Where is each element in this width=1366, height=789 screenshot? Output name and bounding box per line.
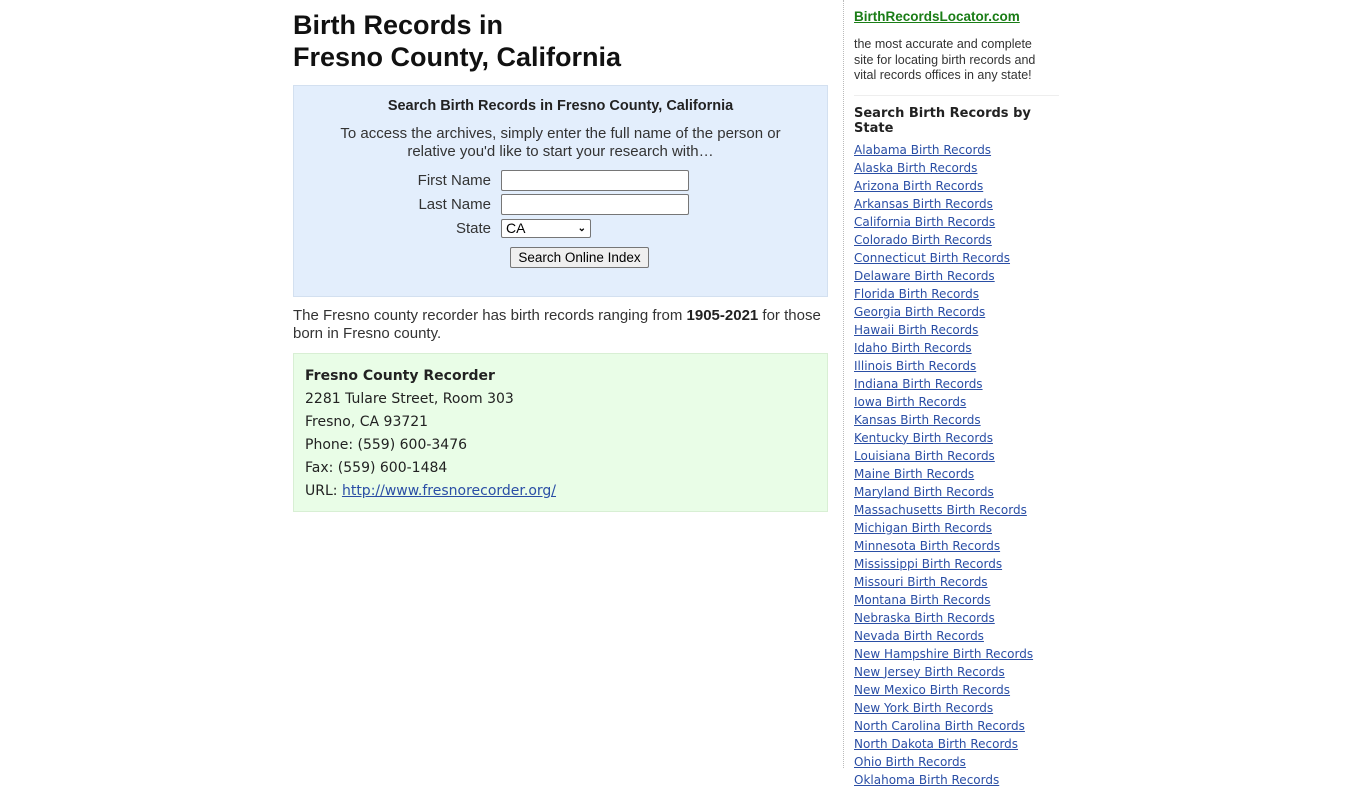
sidebar: BirthRecordsLocator.com the most accurat… bbox=[843, 0, 1059, 787]
state-link[interactable]: North Carolina Birth Records bbox=[854, 717, 1059, 735]
office-phone: Phone: (559) 600-3476 bbox=[305, 437, 468, 453]
state-link[interactable]: Georgia Birth Records bbox=[854, 303, 1059, 321]
state-select-value: CA bbox=[506, 220, 526, 236]
state-link[interactable]: California Birth Records bbox=[854, 213, 1059, 231]
state-link[interactable]: Maryland Birth Records bbox=[854, 483, 1059, 501]
search-heading: Search Birth Records in Fresno County, C… bbox=[387, 98, 734, 114]
search-intro: To access the archives, simply enter the… bbox=[340, 125, 781, 160]
state-link[interactable]: New Mexico Birth Records bbox=[854, 681, 1059, 699]
state-select[interactable]: CA ⌄ bbox=[501, 218, 591, 238]
last-name-label: Last Name bbox=[418, 195, 491, 213]
last-name-row: Last Name bbox=[294, 192, 827, 216]
office-fax: Fax: (559) 600-1484 bbox=[305, 460, 448, 476]
state-link[interactable]: Alabama Birth Records bbox=[854, 141, 1059, 159]
office-url-row: URL: http://www.fresnorecorder.org/ bbox=[305, 480, 816, 503]
sidebar-divider bbox=[854, 94, 1059, 96]
state-link[interactable]: Indiana Birth Records bbox=[854, 375, 1059, 393]
state-link[interactable]: Oklahoma Birth Records bbox=[854, 771, 1059, 789]
records-range: 1905-2021 bbox=[686, 307, 759, 324]
state-link[interactable]: Michigan Birth Records bbox=[854, 519, 1059, 537]
office-url-label: URL: bbox=[305, 483, 342, 499]
page-title-line1: Birth Records in bbox=[293, 10, 504, 40]
state-link[interactable]: Hawaii Birth Records bbox=[854, 321, 1059, 339]
state-link[interactable]: New Hampshire Birth Records bbox=[854, 645, 1059, 663]
first-name-input[interactable] bbox=[501, 169, 689, 191]
state-list: Alabama Birth Records Alaska Birth Record… bbox=[854, 141, 1059, 789]
state-link[interactable]: Nebraska Birth Records bbox=[854, 609, 1059, 627]
state-link[interactable]: Delaware Birth Records bbox=[854, 267, 1059, 285]
last-name-input[interactable] bbox=[501, 193, 689, 215]
state-link[interactable]: Maine Birth Records bbox=[854, 465, 1059, 483]
first-name-label: First Name bbox=[417, 171, 491, 189]
submit-row: Search Online Index bbox=[294, 247, 827, 268]
state-link[interactable]: Alaska Birth Records bbox=[854, 159, 1059, 177]
state-link[interactable]: Missouri Birth Records bbox=[854, 573, 1059, 591]
state-label: State bbox=[455, 219, 491, 237]
state-link[interactable]: Idaho Birth Records bbox=[854, 339, 1059, 357]
state-link[interactable]: Arizona Birth Records bbox=[854, 177, 1059, 195]
state-link[interactable]: Kansas Birth Records bbox=[854, 411, 1059, 429]
state-link[interactable]: Mississippi Birth Records bbox=[854, 555, 1059, 573]
office-name: Fresno County Recorder bbox=[305, 368, 495, 384]
search-online-index-button[interactable]: Search Online Index bbox=[510, 247, 649, 268]
search-panel: Search Birth Records in Fresno County, C… bbox=[293, 85, 828, 297]
office-card: Fresno County Recorder 2281 Tulare Stree… bbox=[293, 353, 828, 512]
office-url-link[interactable]: http://www.fresnorecorder.org/ bbox=[342, 483, 556, 499]
state-link[interactable]: Florida Birth Records bbox=[854, 285, 1059, 303]
state-link[interactable]: Illinois Birth Records bbox=[854, 357, 1059, 375]
state-link[interactable]: Montana Birth Records bbox=[854, 591, 1059, 609]
main-content: Birth Records in Fresno County, Californ… bbox=[293, 0, 829, 512]
state-link[interactable]: Massachusetts Birth Records bbox=[854, 501, 1059, 519]
brand-link[interactable]: BirthRecordsLocator.com bbox=[854, 9, 1020, 24]
state-link[interactable]: North Dakota Birth Records bbox=[854, 735, 1059, 753]
state-link[interactable]: Louisiana Birth Records bbox=[854, 447, 1059, 465]
state-link[interactable]: Colorado Birth Records bbox=[854, 231, 1059, 249]
state-link[interactable]: Minnesota Birth Records bbox=[854, 537, 1059, 555]
state-link[interactable]: Iowa Birth Records bbox=[854, 393, 1059, 411]
state-list-heading: Search Birth Records by State bbox=[854, 105, 1031, 136]
office-address-line2: Fresno, CA 93721 bbox=[305, 414, 429, 430]
chevron-down-icon: ⌄ bbox=[577, 222, 586, 234]
description-before: The Fresno county recorder has birth rec… bbox=[293, 307, 687, 324]
state-row: State CA ⌄ bbox=[294, 216, 827, 240]
state-link[interactable]: Arkansas Birth Records bbox=[854, 195, 1059, 213]
tagline: the most accurate and complete site for … bbox=[854, 37, 1036, 82]
records-description: The Fresno county recorder has birth rec… bbox=[293, 307, 829, 343]
state-link[interactable]: Kentucky Birth Records bbox=[854, 429, 1059, 447]
state-link[interactable]: New Jersey Birth Records bbox=[854, 663, 1059, 681]
page-title-line2: Fresno County, California bbox=[293, 42, 622, 72]
search-form: First Name Last Name State CA ⌄ Search O… bbox=[294, 168, 827, 268]
state-link[interactable]: Connecticut Birth Records bbox=[854, 249, 1059, 267]
office-address-line1: 2281 Tulare Street, Room 303 bbox=[305, 391, 514, 407]
first-name-row: First Name bbox=[294, 168, 827, 192]
state-link[interactable]: Nevada Birth Records bbox=[854, 627, 1059, 645]
state-link[interactable]: New York Birth Records bbox=[854, 699, 1059, 717]
page-title: Birth Records in Fresno County, Californ… bbox=[293, 9, 829, 73]
